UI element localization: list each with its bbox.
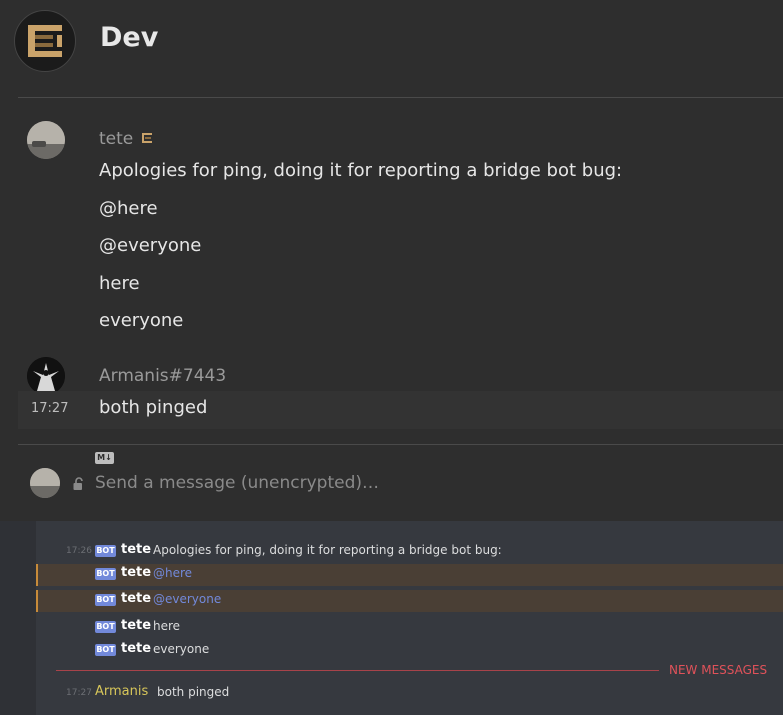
discord-username[interactable]: tete (121, 542, 151, 557)
discord-username[interactable]: Armanis (95, 684, 148, 699)
message-line: everyone (99, 310, 184, 331)
tete-avatar[interactable] (27, 121, 65, 159)
discord-username[interactable]: tete (121, 565, 151, 580)
bot-tag: BOT (95, 545, 116, 557)
discord-message-text: here (153, 619, 181, 633)
discord-sidebar-edge (0, 521, 36, 715)
bot-tag: BOT (95, 621, 116, 633)
bot-tag: BOT (95, 568, 116, 580)
discord-message-row[interactable]: BOT tete here (36, 617, 783, 639)
message-line: here (99, 273, 140, 294)
discord-username[interactable]: tete (121, 618, 151, 633)
discord-message-row[interactable]: 17:26 BOT tete Apologies for ping, doing… (36, 541, 783, 563)
discord-message-text: everyone (153, 642, 210, 656)
room-logo-icon[interactable] (14, 10, 76, 72)
mention-everyone[interactable]: @everyone (153, 592, 221, 606)
message-composer-input[interactable] (95, 470, 695, 496)
armanis-avatar[interactable] (27, 357, 65, 395)
message-timestamp[interactable]: 17:27 (31, 401, 68, 416)
sender-name[interactable]: tete (99, 129, 133, 149)
markdown-icon[interactable]: M↓ (95, 452, 114, 464)
mention-here[interactable]: @here (153, 566, 192, 580)
room-title: Dev (100, 22, 159, 53)
bot-tag: BOT (95, 594, 116, 606)
composer-divider (18, 444, 783, 445)
bot-tag: BOT (95, 644, 116, 656)
discord-timestamp: 17:27 (66, 688, 92, 698)
message-line: @everyone (99, 235, 202, 256)
discord-message-row[interactable]: BOT tete everyone (36, 640, 783, 662)
new-messages-divider (56, 670, 659, 671)
discord-username[interactable]: tete (121, 641, 151, 656)
unlocked-icon (73, 477, 83, 490)
discord-timestamp: 17:26 (66, 546, 92, 556)
discord-message-row-mention[interactable]: BOT tete @here (36, 564, 783, 586)
message-line: both pinged (99, 397, 208, 418)
message-line: Apologies for ping, doing it for reporti… (99, 160, 623, 181)
discord-username[interactable]: tete (121, 591, 151, 606)
new-messages-label: NEW MESSAGES (669, 663, 768, 677)
sender-name[interactable]: Armanis#7443 (99, 366, 226, 386)
message-line: @here (99, 198, 158, 219)
own-avatar[interactable] (30, 468, 60, 498)
discord-client: 17:26 BOT tete Apologies for ping, doing… (0, 521, 783, 715)
discord-message-text: both pinged (157, 685, 230, 699)
discord-message-row-mention[interactable]: BOT tete @everyone (36, 590, 783, 612)
discord-message-text: Apologies for ping, doing it for reporti… (153, 543, 502, 557)
header-divider (18, 97, 783, 98)
matrix-client: Dev tete Apologies for ping, doing it fo… (0, 0, 783, 521)
bridge-icon (142, 133, 152, 143)
